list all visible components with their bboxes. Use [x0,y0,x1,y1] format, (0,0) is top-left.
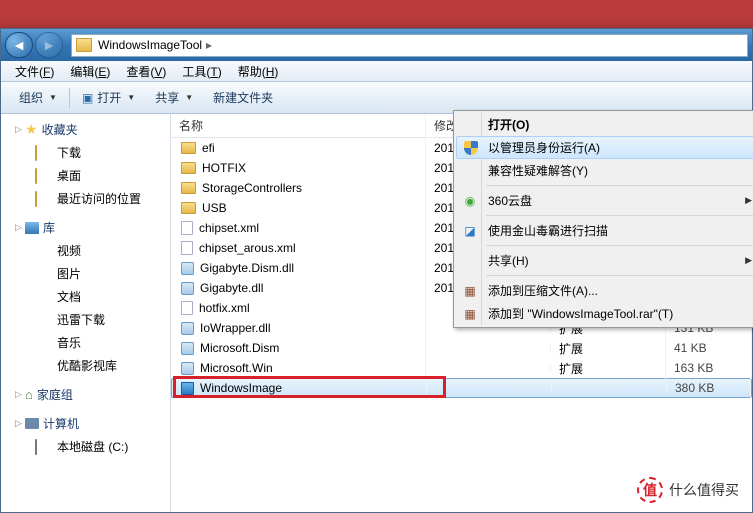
file-name: Gigabyte.Dism.dll [200,261,294,275]
titlebar: ◄ ► WindowsImageTool ▸ [1,29,752,61]
file-name: chipset_arous.xml [199,241,296,255]
dll-icon [181,322,194,335]
ctx-add-archive[interactable]: ▦ 添加到压缩文件(A)... [456,279,753,302]
dll-icon [181,282,194,295]
nav-forward-button[interactable]: ► [35,32,63,58]
sidebar-item[interactable]: 桌面 [1,164,170,187]
ctx-add-rar[interactable]: ▦ 添加到 "WindowsImageTool.rar"(T) [456,302,753,325]
file-name: IoWrapper.dll [200,321,270,335]
file-date [426,364,551,372]
watermark: 值 什么值得买 [629,473,747,507]
scan-icon: ◪ [462,223,478,239]
menu-v[interactable]: 查看(V) [118,61,174,82]
xml-icon [181,221,193,235]
sidebar-item[interactable]: 迅雷下载 [1,308,170,331]
sidebar-item[interactable]: 优酷影视库 [1,354,170,377]
ctx-run-as-admin[interactable]: 以管理员身份运行(A) [456,136,753,159]
fold-icon [181,182,196,194]
chevron-down-icon: ▼ [185,93,193,102]
file-name: StorageControllers [202,181,302,195]
file-row[interactable]: WindowsImage 380 KB [171,378,752,398]
file-name: USB [202,201,227,215]
chevron-right-icon: ▸ [206,38,212,52]
file-type: 扩展 [551,356,666,381]
ctx-troubleshoot[interactable]: 兼容性疑难解答(Y) [456,159,753,182]
fold-icon [181,202,196,214]
exe-icon [181,382,194,395]
file-size: 163 KB [666,357,752,379]
file-date [426,344,551,352]
column-name[interactable]: 名称 [171,114,426,137]
sidebar-group[interactable]: ▷★收藏夹 [1,118,170,141]
fold-icon [181,162,196,174]
file-name: Microsoft.Win [200,361,273,375]
menu-t[interactable]: 工具(T) [174,61,229,82]
cloud-icon: ◉ [462,193,478,209]
sidebar-item[interactable]: 下载 [1,141,170,164]
organize-button[interactable]: 组织▼ [9,85,67,110]
chevron-down-icon: ▼ [49,93,57,102]
sidebar-item[interactable]: 文档 [1,285,170,308]
watermark-logo: 值 [637,477,663,503]
file-row[interactable]: Microsoft.Win 扩展163 KB [171,358,752,378]
sidebar-group[interactable]: ▷计算机 [1,412,170,435]
navigation-pane: ▷★收藏夹下载桌面最近访问的位置 ▷库视频图片文档迅雷下载音乐优酷影视库 ▷⌂家庭组… [1,114,171,512]
ctx-open[interactable]: 打开(O) [456,113,753,136]
menu-h[interactable]: 帮助(H) [230,61,287,82]
chevron-right-icon: ▶ [745,195,752,206]
share-button[interactable]: 共享▼ [145,85,203,110]
ctx-360-cloud[interactable]: ◉ 360云盘 ▶ [456,189,753,212]
fold-icon [181,142,196,154]
context-menu: 打开(O) 以管理员身份运行(A) 兼容性疑难解答(Y) ◉ 360云盘 ▶ ◪… [453,110,753,328]
file-name: Microsoft.Dism [200,341,279,355]
file-name: WindowsImage [200,381,282,395]
nav-back-button[interactable]: ◄ [5,32,33,58]
explorer-window: ◄ ► WindowsImageTool ▸ 文件(F)编辑(E)查看(V)工具… [0,28,753,513]
file-size: 380 KB [667,377,751,399]
sidebar-item[interactable]: 最近访问的位置 [1,187,170,210]
open-button[interactable]: ▣打开▼ [72,85,145,110]
xml-icon [181,241,193,255]
archive-icon: ▦ [462,306,478,322]
file-name: chipset.xml [199,221,259,235]
ctx-share[interactable]: 共享(H) ▶ [456,249,753,272]
address-folder: WindowsImageTool [98,38,202,52]
sidebar-item[interactable]: 本地磁盘 (C:) [1,435,170,458]
archive-icon: ▦ [462,283,478,299]
file-name: efi [202,141,215,155]
menu-e[interactable]: 编辑(E) [62,61,118,82]
dll-icon [181,262,194,275]
sidebar-group[interactable]: ▷库 [1,216,170,239]
dll-icon [181,342,194,355]
file-name: Gigabyte.dll [200,281,263,295]
address-bar[interactable]: WindowsImageTool ▸ [71,34,748,57]
file-type [552,384,667,392]
sidebar-group[interactable]: ▷⌂家庭组 [1,383,170,406]
file-name: HOTFIX [202,161,246,175]
ctx-jinshan-scan[interactable]: ◪ 使用金山毒霸进行扫描 [456,219,753,242]
file-date [427,384,552,392]
sidebar-item[interactable]: 视频 [1,239,170,262]
file-list-pane: 名称 修改日期 类型 大小 efi2016/1/20 18:20文件夹HOTFI… [171,114,752,512]
file-size: 41 KB [666,337,752,359]
menu-bar: 文件(F)编辑(E)查看(V)工具(T)帮助(H) [1,61,752,82]
chevron-down-icon: ▼ [127,93,135,102]
new-folder-button[interactable]: 新建文件夹 [203,85,283,110]
dll-icon [181,362,194,375]
file-name: hotfix.xml [199,301,250,315]
xml-icon [181,301,193,315]
menu-f[interactable]: 文件(F) [7,61,62,82]
sidebar-item[interactable]: 音乐 [1,331,170,354]
sidebar-item[interactable]: 图片 [1,262,170,285]
folder-icon [76,38,92,52]
shield-icon [463,140,479,156]
chevron-right-icon: ▶ [745,255,752,266]
